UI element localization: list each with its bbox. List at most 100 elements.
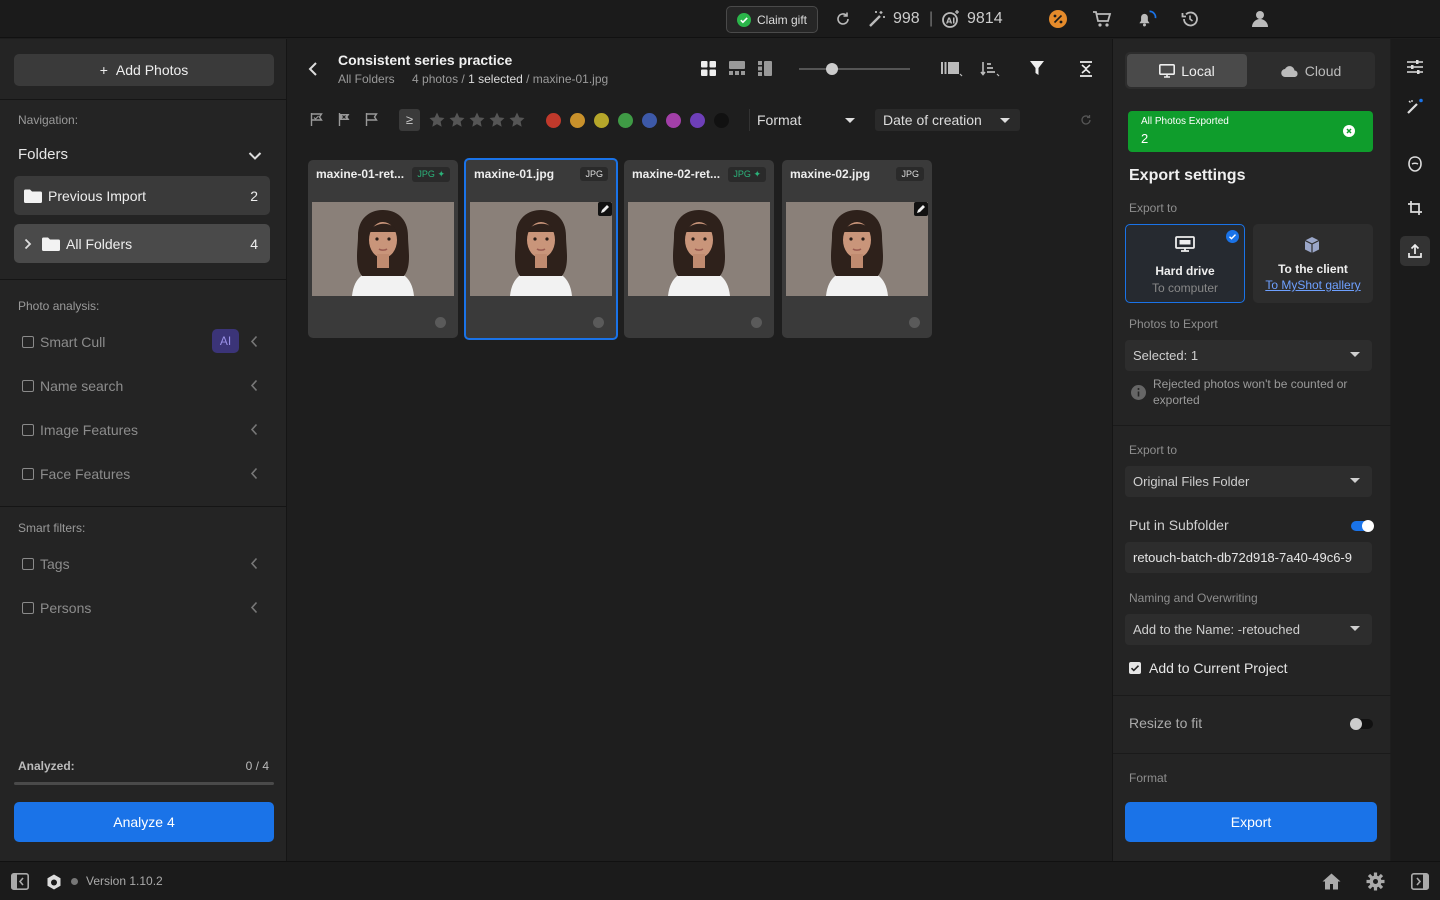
subfolder-name-value: retouch-batch-db72d918-7a40-49c6-9: [1133, 550, 1352, 565]
crop-icon[interactable]: [1404, 197, 1426, 219]
chevron-left-icon[interactable]: [250, 557, 258, 570]
chevron-right-icon[interactable]: [24, 238, 32, 250]
chevron-left-icon[interactable]: [250, 379, 258, 392]
checkbox[interactable]: [22, 468, 34, 480]
refresh-icon[interactable]: [832, 8, 854, 30]
photo-thumbnail[interactable]: maxine-01.jpg JPG: [464, 158, 618, 340]
filter-funnel-icon[interactable]: [1030, 61, 1044, 76]
resize-toggle[interactable]: [1350, 718, 1373, 730]
filmstrip-view-icon[interactable]: [729, 61, 745, 76]
folder-all-folders[interactable]: All Folders 4: [14, 224, 270, 263]
color-label-dot[interactable]: [618, 113, 633, 128]
face-mask-icon[interactable]: [1404, 153, 1426, 175]
filter-face-features[interactable]: Face Features: [22, 463, 264, 485]
export-client-option[interactable]: To the client To MyShot gallery: [1253, 224, 1373, 303]
chevron-left-icon[interactable]: [250, 467, 258, 480]
discount-badge-icon[interactable]: [1047, 8, 1069, 30]
analyzed-label: Analyzed:: [18, 759, 75, 773]
photo-thumbnail[interactable]: maxine-02.jpg JPG: [782, 160, 932, 338]
toggle-left-panel-icon[interactable]: [11, 873, 29, 890]
reset-filters-icon[interactable]: [1080, 114, 1092, 126]
format-dropdown[interactable]: Format: [757, 109, 863, 131]
star-rating[interactable]: [429, 112, 525, 128]
resize-label: Resize to fit: [1129, 715, 1203, 731]
back-arrow-icon[interactable]: [308, 61, 318, 77]
filter-tags[interactable]: Tags: [22, 553, 264, 575]
main-grid-area: Consistent series practice All Folders 4…: [288, 39, 1111, 861]
color-label-dot[interactable]: [690, 113, 705, 128]
current-file: / maxine-01.jpg: [526, 72, 609, 86]
color-label-dot[interactable]: [714, 113, 729, 128]
add-to-project-checkbox[interactable]: Add to Current Project: [1129, 660, 1288, 676]
checkbox[interactable]: [22, 336, 34, 348]
tab-local[interactable]: Local: [1127, 54, 1247, 87]
color-label-dot[interactable]: [594, 113, 609, 128]
edit-pencil-icon[interactable]: [914, 202, 928, 216]
folder-previous-import[interactable]: Previous Import 2: [14, 176, 270, 215]
export-upload-icon[interactable]: [1400, 236, 1430, 266]
filter-smart-cull[interactable]: Smart Cull AI: [22, 329, 264, 353]
selected-count: 1 selected: [468, 72, 523, 86]
photos-to-export-select[interactable]: Selected: 1: [1125, 340, 1372, 371]
flag-pick-icon[interactable]: [310, 113, 323, 126]
photo-thumbnail[interactable]: maxine-02-ret... JPG ✦: [624, 160, 774, 338]
breadcrumb-root[interactable]: All Folders: [338, 72, 395, 86]
color-label-dot[interactable]: [666, 113, 681, 128]
zoom-slider-handle[interactable]: [826, 63, 839, 75]
analyzed-value: 0 / 4: [245, 759, 269, 773]
tab-cloud[interactable]: Cloud: [1251, 54, 1371, 87]
subfolder-toggle[interactable]: [1351, 520, 1374, 532]
credits-separator: |: [929, 10, 934, 27]
folders-dropdown[interactable]: Folders: [18, 146, 268, 168]
folder-icon: [24, 189, 42, 203]
retouch-wand-icon[interactable]: [1404, 96, 1426, 118]
format-label: JPG: [733, 169, 751, 179]
flag-reject-icon[interactable]: [338, 113, 351, 126]
export-folder-select[interactable]: Original Files Folder: [1125, 466, 1372, 497]
chevron-left-icon[interactable]: [250, 601, 258, 614]
format-label: Format: [1129, 771, 1168, 785]
checkbox[interactable]: [22, 558, 34, 570]
subfolder-name-input[interactable]: retouch-batch-db72d918-7a40-49c6-9: [1125, 542, 1372, 573]
zoom-slider[interactable]: [799, 63, 910, 75]
flag-unflagged-icon[interactable]: [365, 113, 378, 126]
collapse-icon[interactable]: [1079, 61, 1093, 77]
analyze-button[interactable]: Analyze 4: [14, 802, 274, 842]
filter-image-features[interactable]: Image Features: [22, 419, 264, 441]
home-icon[interactable]: [1322, 873, 1341, 890]
history-icon[interactable]: [1179, 8, 1201, 30]
rating-operator[interactable]: ≥: [399, 109, 420, 131]
color-label-dot[interactable]: [570, 113, 585, 128]
toggle-right-panel-icon[interactable]: [1411, 873, 1429, 890]
grid-view-icon[interactable]: [701, 61, 716, 76]
color-label-dot[interactable]: [546, 113, 561, 128]
user-account-icon[interactable]: [1249, 8, 1271, 30]
cart-icon[interactable]: [1091, 8, 1113, 30]
chevron-left-icon[interactable]: [250, 335, 258, 348]
export-hard-drive-option[interactable]: Hard drive To computer: [1125, 224, 1245, 303]
color-label-dot[interactable]: [642, 113, 657, 128]
photo-thumbnail[interactable]: maxine-01-ret... JPG ✦: [308, 160, 458, 338]
claim-gift-button[interactable]: Claim gift: [726, 6, 818, 33]
edit-pencil-icon[interactable]: [598, 202, 612, 216]
filter-persons[interactable]: Persons: [22, 597, 264, 619]
chevron-left-icon[interactable]: [250, 423, 258, 436]
sort-dropdown[interactable]: Date of creation: [875, 109, 1020, 131]
filter-name-search[interactable]: Name search: [22, 375, 264, 397]
notifications-icon[interactable]: [1136, 8, 1158, 30]
checkbox[interactable]: [22, 424, 34, 436]
close-toast-icon[interactable]: [1343, 125, 1355, 137]
checkbox[interactable]: [22, 380, 34, 392]
myshot-gallery-link[interactable]: To MyShot gallery: [1253, 278, 1373, 292]
add-photos-button[interactable]: + Add Photos: [14, 54, 274, 86]
naming-select[interactable]: Add to the Name: -retouched: [1125, 614, 1372, 645]
settings-gear-icon[interactable]: [1366, 872, 1385, 891]
stack-icon[interactable]: [941, 61, 963, 77]
sort-dropdown-label: Date of creation: [883, 112, 982, 128]
compare-view-icon[interactable]: [758, 61, 772, 76]
star-icon: [449, 112, 465, 127]
export-button[interactable]: Export: [1125, 802, 1377, 842]
adjustments-icon[interactable]: [1404, 56, 1426, 78]
checkbox[interactable]: [22, 602, 34, 614]
sort-order-icon[interactable]: [980, 61, 1000, 77]
